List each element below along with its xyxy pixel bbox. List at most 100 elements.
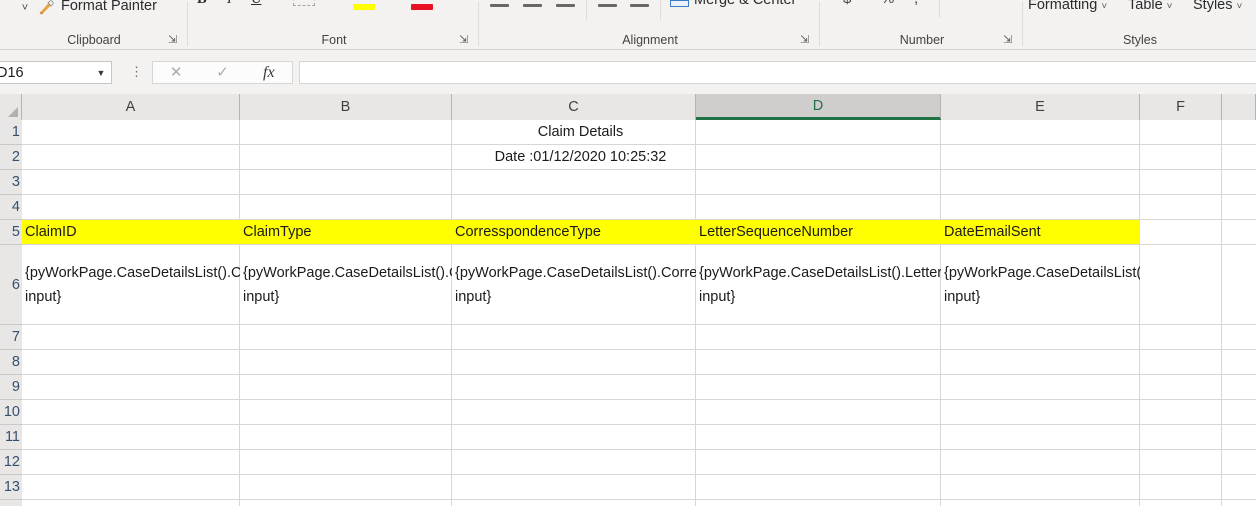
cell-value-corresspondencetype[interactable]: {pyWorkPage.CaseDetailsList().Corresspon… bbox=[452, 245, 696, 324]
ribbon-group-alignment: Merge & Center Alignment ⇲ bbox=[480, 0, 820, 50]
ribbon-group-clipboard: ˅ Format Painter Clipboard ⇲ bbox=[0, 0, 188, 50]
row-header-3[interactable]: 3 bbox=[0, 170, 22, 195]
group-separator bbox=[1022, 2, 1023, 46]
cell-header-lettersequencenumber[interactable]: LetterSequenceNumber bbox=[696, 220, 941, 244]
decrease-decimal-icon[interactable]: .0 bbox=[979, 0, 988, 3]
cell-header-claimtype[interactable]: ClaimType bbox=[240, 220, 452, 244]
font-color-icon[interactable] bbox=[411, 4, 433, 10]
group-separator bbox=[478, 2, 479, 46]
cell-styles-button[interactable]: Styles ˅ bbox=[1193, 0, 1242, 13]
formula-bar-drag-handle[interactable]: ⋮ bbox=[130, 65, 143, 80]
percent-format-icon[interactable]: % bbox=[881, 0, 894, 7]
chevron-down-icon: ˅ bbox=[1166, 1, 1173, 12]
row-header-6[interactable]: 6 bbox=[0, 245, 22, 325]
highlight-color-icon[interactable] bbox=[353, 4, 375, 10]
row-header-4[interactable]: 4 bbox=[0, 195, 22, 220]
cell-title[interactable]: Claim Details bbox=[22, 120, 1139, 144]
align-left-icon[interactable] bbox=[490, 4, 509, 7]
gridline bbox=[22, 474, 1256, 475]
cell-value-dateemailsent[interactable]: {pyWorkPage.CaseDetailsList().DateEmailS… bbox=[941, 245, 1140, 324]
alignment-dialog-launcher-icon[interactable]: ⇲ bbox=[800, 34, 812, 46]
row-header-8[interactable]: 8 bbox=[0, 350, 22, 375]
cell-header-dateemailsent[interactable]: DateEmailSent bbox=[941, 220, 1140, 244]
row-header-14[interactable]: 14 bbox=[0, 500, 22, 506]
ribbon-group-label-number: Number bbox=[899, 33, 945, 47]
cell-header-corresspondencetype[interactable]: CorresspondenceType bbox=[452, 220, 696, 244]
name-box-value: D16 bbox=[0, 64, 24, 81]
chevron-down-icon[interactable]: ▼ bbox=[91, 68, 111, 78]
column-header-d[interactable]: D bbox=[696, 94, 941, 120]
row-header-1[interactable]: 1 bbox=[0, 120, 22, 145]
clipboard-dialog-launcher-icon[interactable]: ⇲ bbox=[168, 34, 180, 46]
formula-input[interactable] bbox=[299, 61, 1256, 84]
increase-indent-icon[interactable] bbox=[630, 4, 649, 7]
formula-bar-buttons: ✕ ✓ fx bbox=[152, 61, 293, 84]
gridline bbox=[22, 449, 1256, 450]
increase-decimal-icon[interactable]: .00 bbox=[949, 0, 964, 3]
group-separator bbox=[660, 0, 661, 20]
gridline bbox=[22, 499, 1256, 500]
gridline bbox=[1221, 120, 1222, 506]
ribbon-group-label-font: Font bbox=[321, 33, 347, 47]
cell-value-lettersequencenumber[interactable]: {pyWorkPage.CaseDetailsList().LetterSequ… bbox=[696, 245, 941, 324]
enter-button[interactable]: ✓ bbox=[199, 62, 245, 83]
chevron-down-icon[interactable]: ˅ bbox=[18, 1, 32, 15]
comma-format-icon[interactable]: , bbox=[914, 0, 918, 7]
column-header-row: A B C D E F bbox=[0, 94, 1256, 120]
row-header-5[interactable]: 5 bbox=[0, 220, 22, 245]
italic-icon[interactable]: I bbox=[227, 0, 232, 8]
gridline bbox=[22, 399, 1256, 400]
select-all-triangle-icon bbox=[8, 107, 18, 117]
row-header-column: 1 2 3 4 5 6 7 8 9 10 11 12 13 14 bbox=[0, 120, 22, 506]
cell-date-line[interactable]: Date :01/12/2020 10:25:32 bbox=[22, 145, 1139, 169]
group-separator bbox=[819, 2, 820, 46]
insert-function-button[interactable]: fx bbox=[246, 62, 292, 83]
ribbon-group-label-clipboard: Clipboard bbox=[67, 33, 121, 47]
cell-value-claimid[interactable]: {pyWorkPage.CaseDetailsList().ClaimID in… bbox=[22, 245, 240, 324]
ribbon-group-label-styles: Styles bbox=[1122, 33, 1158, 47]
align-right-icon[interactable] bbox=[556, 4, 575, 7]
row-header-11[interactable]: 11 bbox=[0, 425, 22, 450]
group-separator bbox=[586, 0, 587, 20]
name-box[interactable]: D16 ▼ bbox=[0, 61, 112, 84]
conditional-formatting-button[interactable]: Formatting ˅ bbox=[1028, 0, 1107, 13]
column-header-e[interactable]: E bbox=[941, 94, 1140, 120]
format-painter-brush-icon bbox=[39, 0, 54, 15]
cell-header-claimid[interactable]: ClaimID bbox=[22, 220, 240, 244]
conditional-formatting-label: Formatting bbox=[1028, 0, 1098, 13]
ribbon-group-label-alignment: Alignment bbox=[622, 33, 678, 47]
borders-icon[interactable] bbox=[293, 0, 315, 6]
merge-and-center-icon[interactable] bbox=[670, 0, 689, 7]
chevron-down-icon: ˅ bbox=[1101, 1, 1108, 12]
row-header-13[interactable]: 13 bbox=[0, 475, 22, 500]
row-header-10[interactable]: 10 bbox=[0, 400, 22, 425]
format-painter-button[interactable]: Format Painter bbox=[38, 0, 157, 16]
formula-bar: D16 ▼ ⋮ ✕ ✓ fx bbox=[0, 50, 1256, 94]
column-header-g[interactable] bbox=[1222, 94, 1256, 120]
decrease-indent-icon[interactable] bbox=[598, 4, 617, 7]
ribbon-group-font: B I U Font ⇲ bbox=[189, 0, 479, 50]
row-header-9[interactable]: 9 bbox=[0, 375, 22, 400]
font-dialog-launcher-icon[interactable]: ⇲ bbox=[459, 34, 471, 46]
format-painter-label: Format Painter bbox=[61, 0, 157, 14]
format-as-table-button[interactable]: Table ˅ bbox=[1128, 0, 1173, 13]
merge-and-center-label[interactable]: Merge & Center bbox=[694, 0, 796, 8]
bold-icon[interactable]: B bbox=[197, 0, 207, 8]
row-header-12[interactable]: 12 bbox=[0, 450, 22, 475]
column-header-b[interactable]: B bbox=[240, 94, 452, 120]
number-dialog-launcher-icon[interactable]: ⇲ bbox=[1003, 34, 1015, 46]
underline-icon[interactable]: U bbox=[251, 0, 261, 8]
select-all-button[interactable] bbox=[0, 94, 22, 120]
chevron-down-icon: ˅ bbox=[1236, 1, 1243, 12]
align-center-icon[interactable] bbox=[523, 4, 542, 7]
cell-value-claimtype[interactable]: {pyWorkPage.CaseDetailsList().ClaimType … bbox=[240, 245, 452, 324]
accounting-format-icon[interactable]: $ bbox=[843, 0, 851, 7]
cancel-button[interactable]: ✕ bbox=[153, 62, 199, 83]
column-header-f[interactable]: F bbox=[1140, 94, 1222, 120]
row-header-2[interactable]: 2 bbox=[0, 145, 22, 170]
column-header-a[interactable]: A bbox=[22, 94, 240, 120]
ribbon-group-number: $ % , .00 .0 Number ⇲ bbox=[821, 0, 1023, 50]
gridline bbox=[22, 424, 1256, 425]
row-header-7[interactable]: 7 bbox=[0, 325, 22, 350]
column-header-c[interactable]: C bbox=[452, 94, 696, 120]
